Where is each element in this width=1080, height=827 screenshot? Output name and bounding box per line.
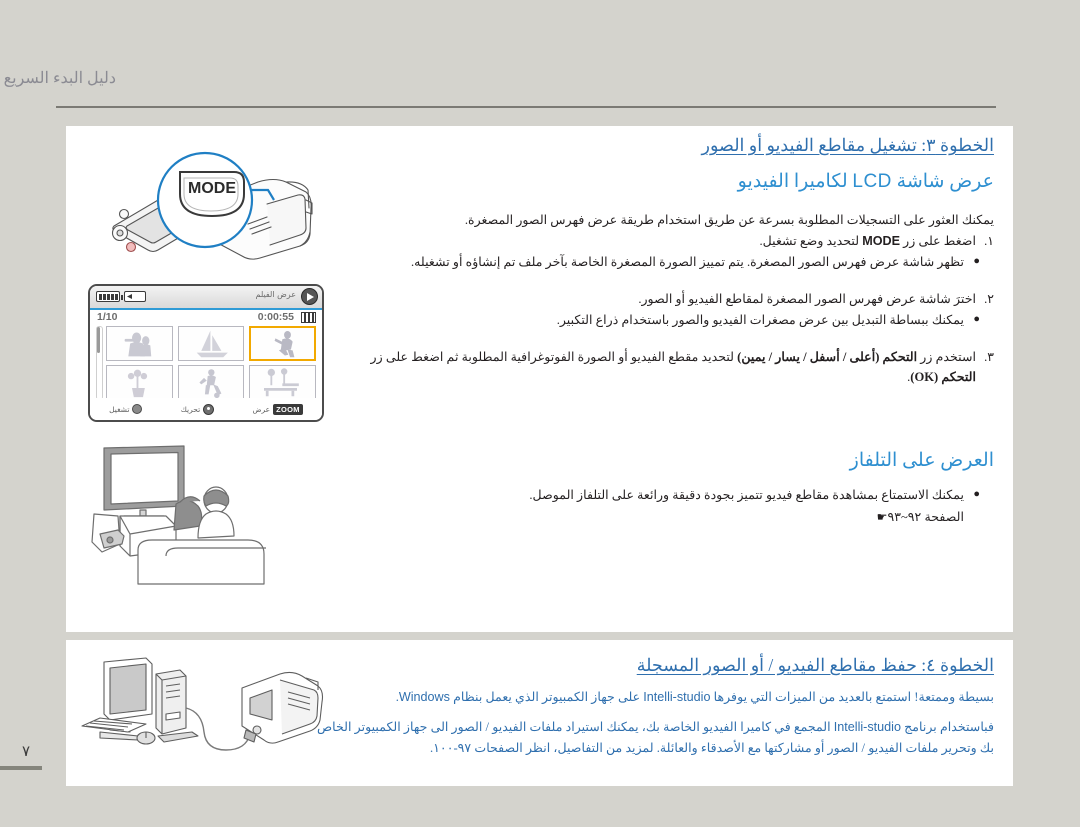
page-number: ٧ xyxy=(21,744,31,760)
thumbnail-flower-pot[interactable] xyxy=(106,365,173,400)
mode-button-glyph: MODE xyxy=(179,171,245,218)
thumbnail-sailboat[interactable] xyxy=(177,326,245,361)
step-3-text-after: لتحديد مقطع الفيديو أو الصورة الفوتوغراف… xyxy=(370,350,738,365)
step3-heading: الخطوة ٣: تشغيل مقاطع الفيديو أو الصور xyxy=(701,135,994,155)
save-section-block: الخطوة ٤: حفظ مقاطع الفيديو / أو الصور ا… xyxy=(314,652,994,759)
playback-steps-list-2: ٢. اخترَ شاشة عرض فهرس الصور المصغرة لمقا… xyxy=(349,289,994,330)
playback-intro-paragraph: يمكنك العثور على التسجيلات المطلوبة بسرع… xyxy=(464,213,994,227)
step-1-text-after: لتحديد وضع تشغيل. xyxy=(759,233,863,248)
playback-steps-list: ١. اضغط على زر MODE لتحديد وضع تشغيل. ● تظ… xyxy=(349,231,994,272)
playback-step-3: ٣. استخدم زر التحكم (أعلى / أسفل / يسار /… xyxy=(349,347,994,387)
tv-page-reference: الصفحة ٩٢~٩٣☛ xyxy=(349,507,994,527)
camcorder-mode-figure: MODE xyxy=(62,148,342,280)
file-count-indicator: 1/10 xyxy=(97,311,118,323)
mode-button-label: MODE xyxy=(188,180,236,197)
step-1-marker: ١. xyxy=(984,233,994,248)
playback-body-block: يمكنك العثور على التسجيلات المطلوبة بسرع… xyxy=(349,210,994,389)
intelli-studio-token: Intelli-studio xyxy=(643,690,711,705)
ok-button-token: التحكم (OK) xyxy=(910,370,976,385)
intelli-studio-token-2: Intelli-studio xyxy=(833,720,901,735)
scrollbar[interactable] xyxy=(96,326,103,400)
lcd-mode-label: عرض الفيلم xyxy=(255,290,297,299)
playback-mode-icon xyxy=(301,288,318,305)
playback-step-2-bullet: ● يمكنك ببساطة التبديل بين عرض مصغرات الف… xyxy=(349,310,994,330)
lcd-footer-play[interactable]: تشغيل xyxy=(109,404,143,414)
zoom-label-icon: ZOOM xyxy=(273,403,303,415)
playback-step-1-bullet: ● تظهر شاشة عرض فهرس الصور المصغرة. يتم ت… xyxy=(349,252,994,272)
windows-token: Windows xyxy=(398,690,450,705)
dpad-icon xyxy=(203,403,215,415)
thumbnail-golfer-selected[interactable] xyxy=(249,326,316,361)
playback-step-2-bullet-text: يمكنك ببساطة التبديل بين عرض مصغرات الفي… xyxy=(556,313,964,328)
duration-indicator: 0:00:55 xyxy=(257,311,294,323)
subheading-suffix: لكاميرا الفيديو xyxy=(737,171,853,193)
lcd-footer-move-label: تحريك xyxy=(180,404,201,414)
header-divider xyxy=(56,106,996,108)
pc-camcorder-connection-illustration xyxy=(81,657,324,751)
lcd-footer-bar: تشغيل تحريك عرض ZOOM xyxy=(90,398,322,420)
pointing-hand-icon: ☛ xyxy=(876,509,888,524)
playback-steps-list-3: ٣. استخدم زر التحكم (أعلى / أسفل / يسار /… xyxy=(349,347,994,387)
playback-heading-block: الخطوة ٣: تشغيل مقاطع الفيديو أو الصور ع… xyxy=(354,132,994,198)
lcd-footer-view[interactable]: عرض ZOOM xyxy=(252,403,303,415)
tv-bullet-text: يمكنك الاستمتاع بمشاهدة مقاطع فيديو تتمي… xyxy=(529,488,964,503)
tv-bullet: ● يمكنك الاستمتاع بمشاهدة مقاطع فيديو تتم… xyxy=(349,485,994,505)
control-button-token: التحكم (أعلى / أسفل / يسار / يمين) xyxy=(737,350,918,365)
tv-bullet-list: ● يمكنك الاستمتاع بمشاهدة مقاطع فيديو تتم… xyxy=(349,485,994,505)
running-header-title: دليل البدء السريع xyxy=(3,70,116,87)
thumbnail-soccer-player[interactable] xyxy=(177,365,245,400)
save-p2-a: فباستخدام برنامج xyxy=(900,720,994,735)
subheading-lcd-token: LCD xyxy=(852,171,892,193)
step4-heading: الخطوة ٤: حفظ مقاطع الفيديو / أو الصور ا… xyxy=(636,655,994,675)
memory-card-icon xyxy=(124,291,146,302)
save-paragraph-2: فباستخدام برنامج Intelli-studio المجمع ف… xyxy=(314,717,994,759)
lcd-footer-move[interactable]: تحريك xyxy=(180,403,215,415)
lcd-view-subheading: عرض شاشة LCD لكاميرا الفيديو xyxy=(354,167,994,197)
step-2-marker: ٢. xyxy=(984,292,994,307)
bullet-dot-icon: ● xyxy=(973,254,980,267)
lcd-status-bar: عرض الفيلم xyxy=(90,286,322,310)
playback-step-2: ٢. اخترَ شاشة عرض فهرس الصور المصغرة لمقا… xyxy=(349,289,994,309)
tv-viewing-illustration xyxy=(91,445,266,585)
save-p1-b: على جهاز الكمبيوتر الذي يعمل بنظام xyxy=(449,690,644,705)
tv-section-block: العرض على التلفاز ● يمكنك الاستمتاع بمشاه… xyxy=(349,446,994,527)
save-paragraph-1: بسيطة وممتعة! استمتع بالعديد من الميزات … xyxy=(314,687,994,708)
thumbnail-grid xyxy=(106,326,316,400)
page-ref-text: الصفحة ٩٢~٩٣ xyxy=(887,509,964,524)
thumbnail-park-bench[interactable] xyxy=(249,365,316,400)
step-3-marker: ٣. xyxy=(984,350,994,365)
save-p1-a: بسيطة وممتعة! استمتع بالعديد من الميزات … xyxy=(710,690,994,705)
lcd-footer-view-label: عرض xyxy=(252,404,271,414)
tv-viewing-figure xyxy=(80,444,330,586)
pc-connection-figure xyxy=(74,652,330,772)
tv-view-heading: العرض على التلفاز xyxy=(849,450,994,471)
battery-icon xyxy=(96,291,123,302)
step-2-text: اخترَ شاشة عرض فهرس الصور المصغرة لمقاطع… xyxy=(638,292,976,307)
mode-button-token: MODE xyxy=(862,233,900,248)
film-strip-icon xyxy=(301,312,316,323)
page-number-rule xyxy=(0,766,42,770)
lcd-content-area: 1/10 0:00:55 xyxy=(90,310,322,400)
running-header: دليل البدء السريع xyxy=(4,68,996,112)
step-3-text-before: استخدم زر xyxy=(917,350,976,365)
thumbnail-people-photo[interactable] xyxy=(106,326,173,361)
bullet-dot-icon: ● xyxy=(973,313,980,326)
lcd-footer-play-label: تشغيل xyxy=(109,404,130,414)
bullet-dot-icon: ● xyxy=(973,488,980,501)
record-circle-icon xyxy=(132,404,143,414)
camcorder-mode-illustration: MODE xyxy=(111,151,313,260)
lcd-thumbnail-index-screen: عرض الفيلم 1/10 0:00:55 تشغيل تحريك عرض … xyxy=(88,284,324,422)
step-1-text-before: اضغط على زر xyxy=(899,233,976,248)
playback-step-1-bullet-text: تظهر شاشة عرض فهرس الصور المصغرة. يتم تم… xyxy=(411,254,964,269)
playback-step-1: ١. اضغط على زر MODE لتحديد وضع تشغيل. xyxy=(349,231,994,251)
subheading-prefix: عرض شاشة xyxy=(891,171,994,193)
